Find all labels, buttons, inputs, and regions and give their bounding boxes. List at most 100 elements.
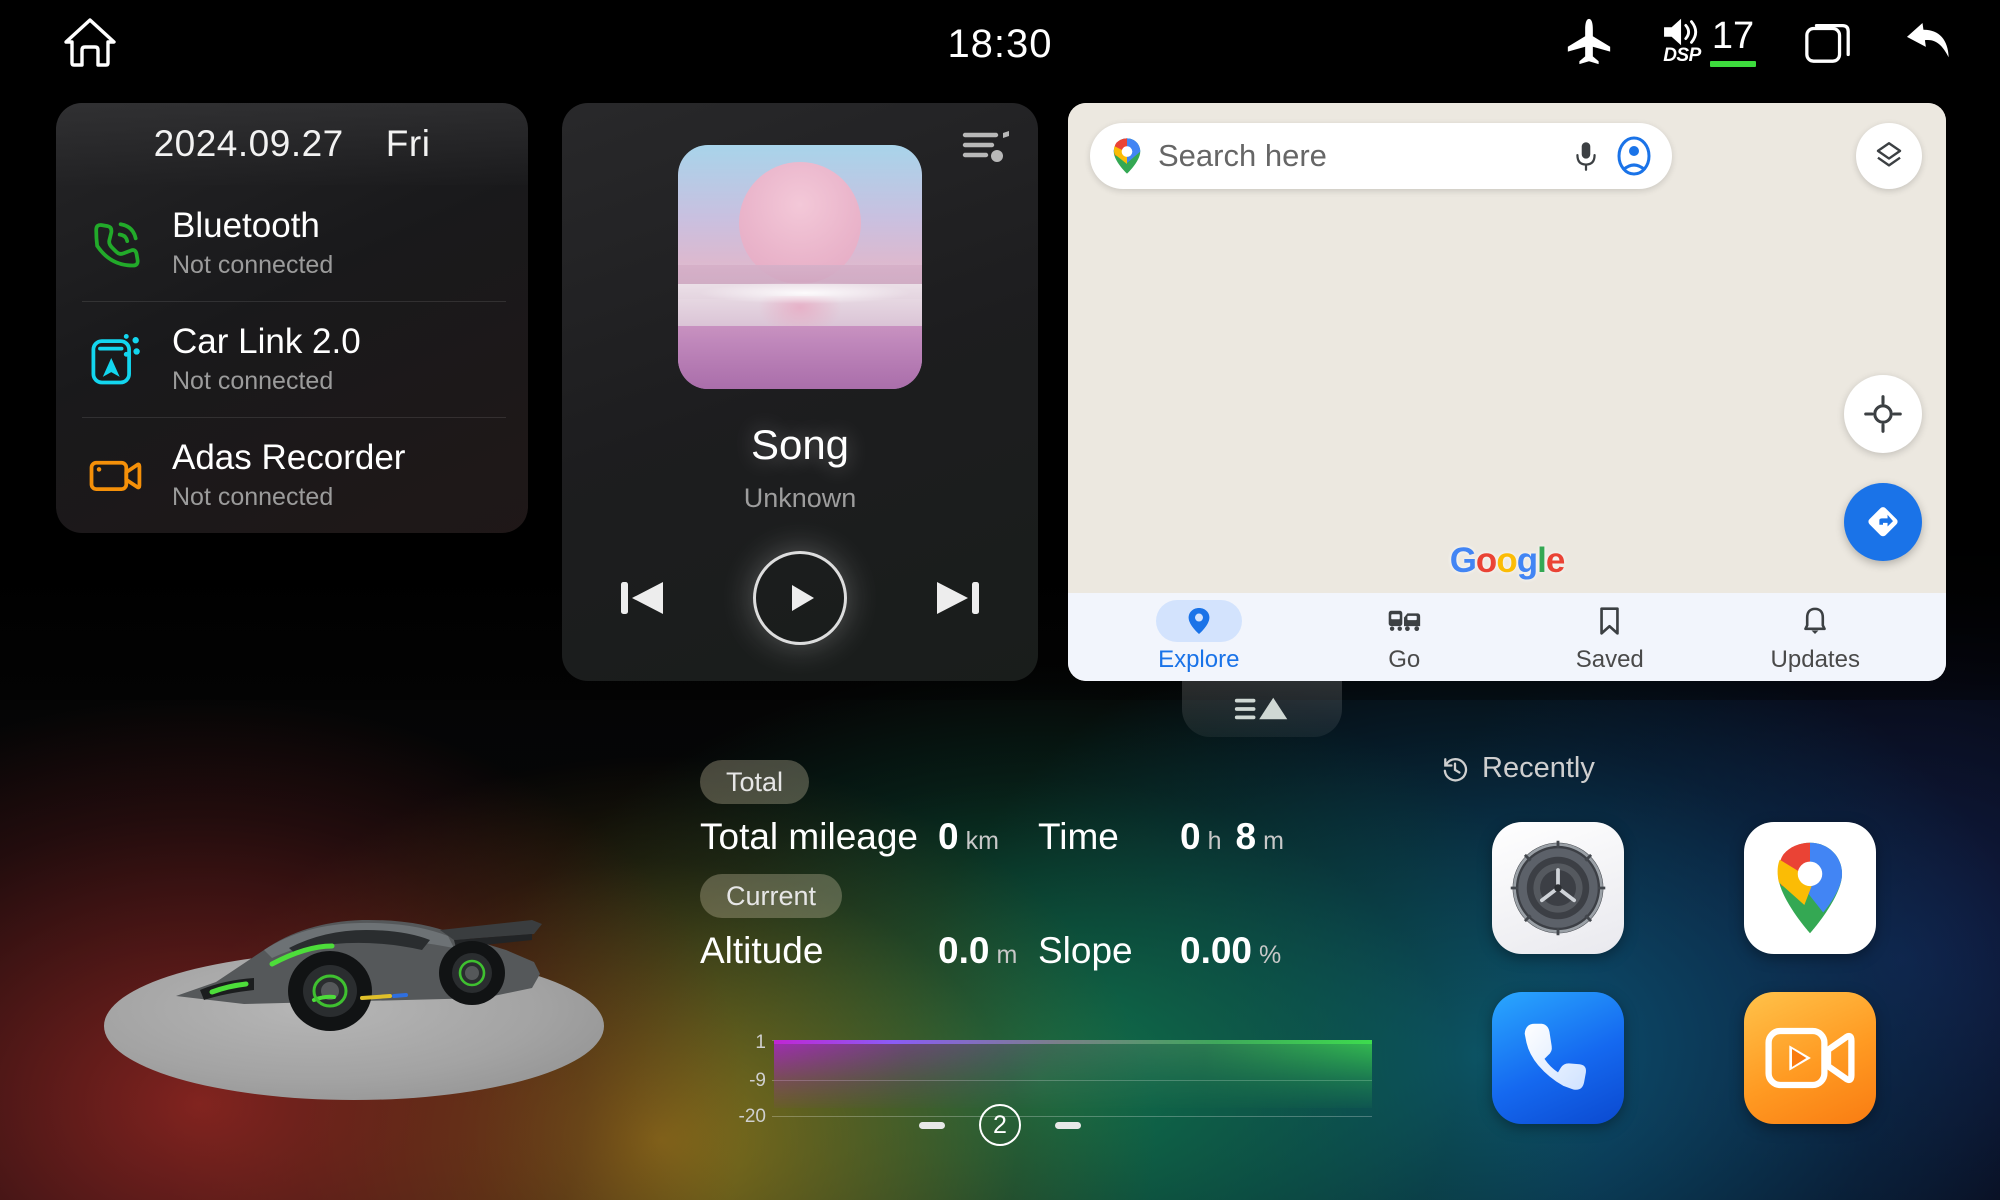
map-layers-icon[interactable] xyxy=(1856,123,1922,189)
total-badge: Total xyxy=(700,760,810,804)
time-value-group: 0h8m xyxy=(1180,816,1284,858)
recently-label: Recently xyxy=(1482,752,1595,784)
weekday-value: Fri xyxy=(385,123,431,164)
time-minutes-value: 8 xyxy=(1235,816,1257,857)
slope-unit: % xyxy=(1259,941,1282,969)
tab-go[interactable]: Go xyxy=(1329,600,1479,674)
google-maps-pin-icon xyxy=(1113,138,1141,174)
song-artist: Unknown xyxy=(743,483,857,513)
phone-handset-icon xyxy=(1524,1023,1586,1090)
album-art[interactable] xyxy=(678,145,922,389)
total-mileage-value-group: 0 km xyxy=(938,816,1038,858)
commute-icon xyxy=(1388,610,1421,632)
date-header: 2024.09.27 Fri xyxy=(56,103,528,185)
search-input[interactable]: Search here xyxy=(1090,123,1672,189)
account-avatar-icon[interactable] xyxy=(1614,136,1654,176)
google-maps-icon xyxy=(1777,842,1843,934)
page-indicator-current[interactable]: 2 xyxy=(979,1104,1021,1146)
video-camera-icon xyxy=(82,442,148,508)
app-video-recorder[interactable] xyxy=(1744,992,1876,1124)
altitude-value: 0.0 xyxy=(938,930,990,971)
current-badge: Current xyxy=(700,874,843,918)
chart-ytick-2: -9 xyxy=(749,1070,766,1091)
bluetooth-phone-icon xyxy=(82,210,148,276)
play-icon[interactable] xyxy=(753,551,847,645)
tab-explore-label: Explore xyxy=(1158,646,1240,673)
connection-status-card: 2024.09.27 Fri Bluetooth Not connected C… xyxy=(56,103,528,533)
map-pin-icon xyxy=(1188,608,1210,634)
go-pill xyxy=(1361,600,1447,642)
slope-value: 0.00 xyxy=(1180,930,1253,971)
expand-list-icon[interactable] xyxy=(1182,681,1342,737)
recent-apps-icon[interactable] xyxy=(1802,16,1854,66)
recently-header: Recently xyxy=(1440,752,1595,785)
total-mileage-unit: km xyxy=(965,827,999,855)
sidebar-item-car-link[interactable]: Car Link 2.0 Not connected xyxy=(56,301,528,417)
altitude-value-group: 0.0 m xyxy=(938,930,1038,972)
dsp-speaker-group: DSP xyxy=(1660,15,1704,67)
updates-pill xyxy=(1772,600,1858,642)
slope-label: Slope xyxy=(1038,930,1133,971)
tab-saved[interactable]: Saved xyxy=(1535,600,1685,674)
sidebar-item-adas-recorder[interactable]: Adas Recorder Not connected xyxy=(56,417,528,533)
back-arrow-icon[interactable] xyxy=(1900,16,1952,66)
total-mileage-value: 0 xyxy=(938,816,959,857)
altitude-row: Altitude 0.0 m Slope 0.00% xyxy=(700,930,1400,972)
maps-bottom-nav: Explore Go Saved Updates xyxy=(1068,593,1946,681)
tab-updates[interactable]: Updates xyxy=(1740,600,1890,674)
adas-recorder-title: Adas Recorder xyxy=(172,438,406,478)
album-art-mist xyxy=(697,281,913,304)
page-dot-next[interactable] xyxy=(1055,1121,1081,1129)
total-mileage-label: Total mileage xyxy=(700,816,919,857)
airplane-mode-icon[interactable] xyxy=(1564,16,1614,66)
bluetooth-text: Bluetooth Not connected xyxy=(172,206,333,279)
app-google-maps[interactable] xyxy=(1744,822,1876,954)
bell-icon xyxy=(1804,607,1827,634)
volume-level-bar xyxy=(1710,61,1756,67)
google-maps-card: Search here Google Explore Go Saved Upda… xyxy=(1068,103,1946,681)
slope-value-group: 0.00% xyxy=(1180,930,1281,972)
dsp-volume-indicator[interactable]: DSP 17 xyxy=(1660,15,1756,67)
app-phone[interactable] xyxy=(1492,992,1624,1124)
microphone-icon[interactable] xyxy=(1574,138,1598,174)
playlist-music-icon[interactable] xyxy=(962,125,1012,171)
volume-level-group: 17 xyxy=(1710,17,1756,67)
bookmark-icon xyxy=(1600,607,1620,635)
car-link-icon xyxy=(82,326,148,392)
car-link-title: Car Link 2.0 xyxy=(172,322,361,362)
volume-value: 17 xyxy=(1711,15,1755,57)
saved-pill xyxy=(1567,600,1653,642)
altitude-unit: m xyxy=(996,941,1018,969)
skip-next-icon[interactable] xyxy=(931,575,983,621)
settings-gear-icon xyxy=(1510,840,1606,936)
app-settings[interactable] xyxy=(1492,822,1624,954)
tab-updates-label: Updates xyxy=(1770,646,1860,673)
drive-stats-widget: Total Total mileage 0 km Time 0h8m Curren… xyxy=(700,760,1400,972)
google-watermark: Google xyxy=(1449,541,1566,580)
my-location-icon[interactable] xyxy=(1844,375,1922,453)
sidebar-item-bluetooth[interactable]: Bluetooth Not connected xyxy=(56,185,528,301)
video-recorder-icon xyxy=(1765,1027,1855,1089)
car-link-text: Car Link 2.0 Not connected xyxy=(172,322,361,395)
adas-recorder-text: Adas Recorder Not connected xyxy=(172,438,405,511)
explore-pill xyxy=(1155,600,1242,642)
time-minutes-unit: m xyxy=(1263,827,1284,855)
time-label: Time xyxy=(1038,816,1119,857)
car-link-status: Not connected xyxy=(172,366,334,395)
page-dot-prev[interactable] xyxy=(919,1121,945,1129)
altitude-label: Altitude xyxy=(700,930,824,971)
song-title: Song xyxy=(750,421,850,468)
date-value: 2024.09.27 xyxy=(153,123,344,164)
status-bar-right-group: DSP 17 xyxy=(1564,0,1952,82)
bluetooth-title: Bluetooth xyxy=(172,206,320,246)
time-hours-unit: h xyxy=(1207,827,1222,855)
bluetooth-status: Not connected xyxy=(172,250,334,279)
chart-line xyxy=(774,1040,1372,1044)
tab-saved-label: Saved xyxy=(1575,646,1644,673)
tab-go-label: Go xyxy=(1388,646,1421,673)
status-bar: 18:30 DSP 17 xyxy=(0,0,2000,82)
tab-explore[interactable]: Explore xyxy=(1124,600,1274,674)
dsp-label: DSP xyxy=(1663,45,1701,66)
skip-previous-icon[interactable] xyxy=(617,575,669,621)
history-clock-icon xyxy=(1443,757,1468,782)
